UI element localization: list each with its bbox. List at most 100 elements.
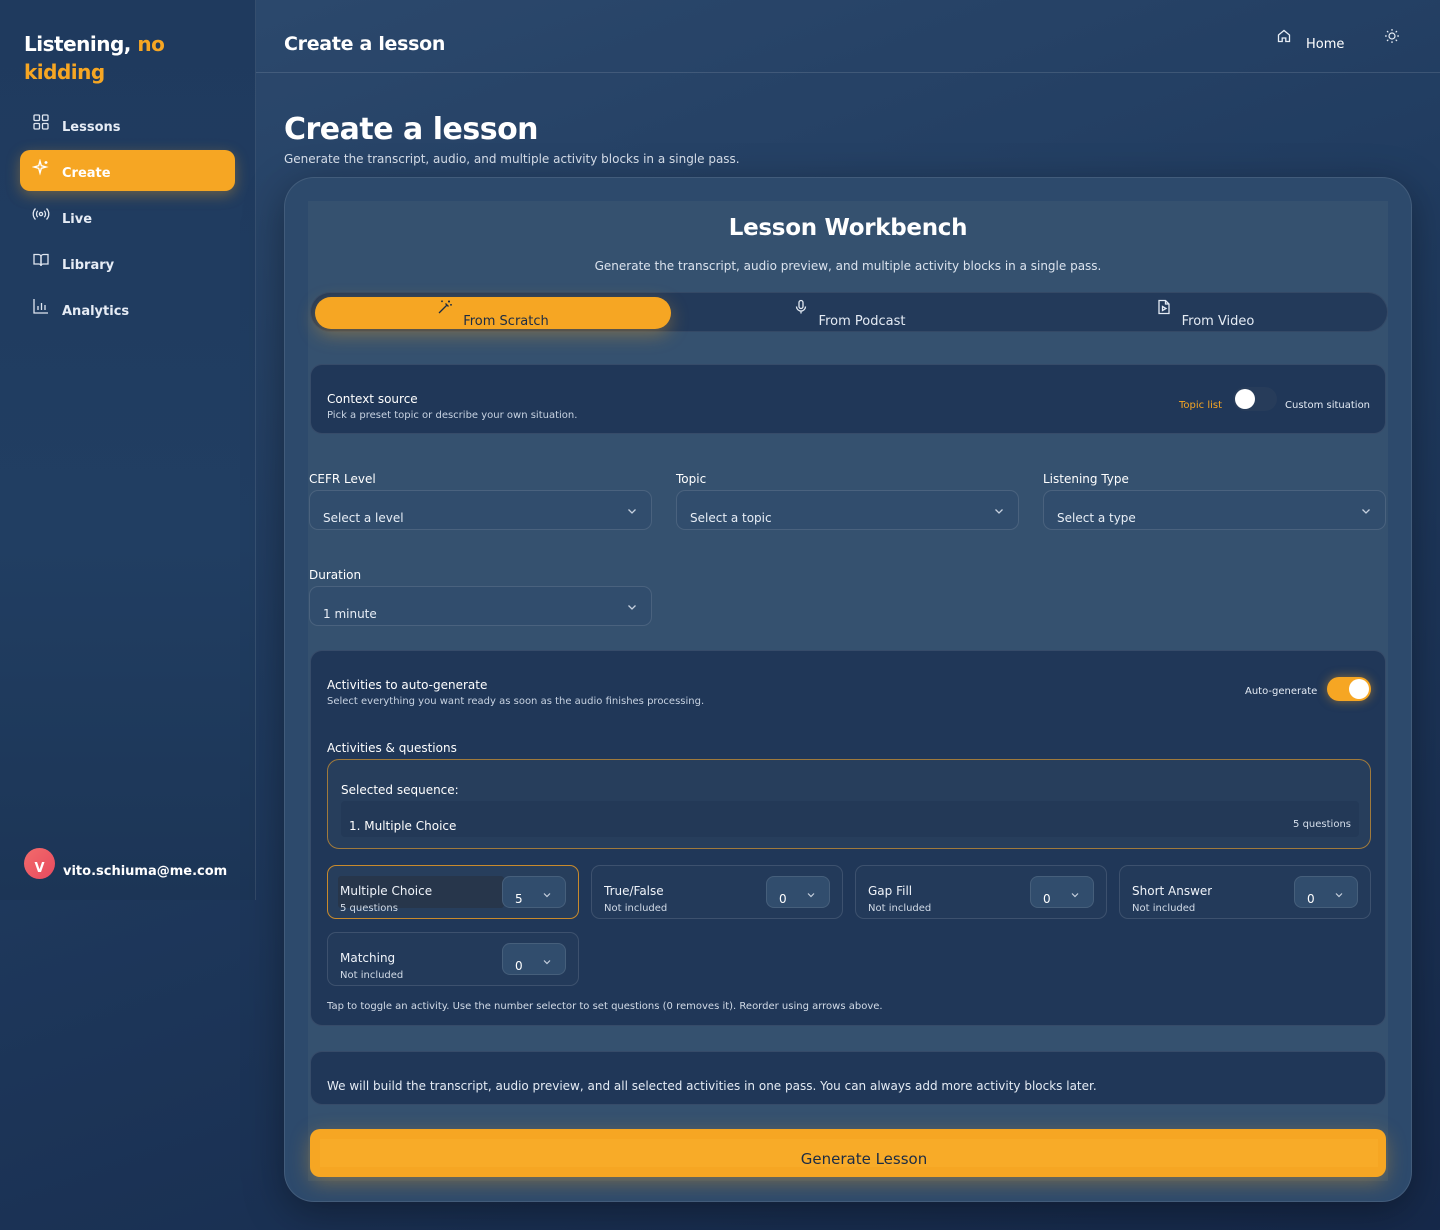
top-bar: Create a lesson Home (256, 0, 1440, 73)
activity-name: True/False (604, 884, 664, 898)
sequence-item[interactable]: 1. Multiple Choice 5 questions (341, 801, 1359, 837)
generate-lesson-button[interactable]: Generate Lesson (310, 1129, 1386, 1177)
activity-short-answer[interactable]: Short Answer Not included 0 (1119, 865, 1371, 919)
sidebar-item-label: Create (62, 166, 111, 181)
home-label: Home (1306, 37, 1345, 52)
sequence-item-count: 5 questions (1293, 819, 1351, 830)
chevron-down-icon (541, 953, 553, 965)
user-email: vito.schiuma@me.com (63, 864, 228, 879)
logo-text-1: Listening, (24, 32, 131, 56)
question-count-select[interactable]: 0 (502, 943, 566, 975)
sidebar-item-label: Lessons (62, 120, 121, 135)
chevron-down-icon (992, 503, 1006, 517)
microphone-icon (793, 299, 809, 315)
sidebar-item-label: Live (62, 212, 93, 227)
listening-type-label: Listening Type (1043, 472, 1129, 486)
duration-label: Duration (309, 568, 362, 582)
tab-from-podcast[interactable]: From Podcast (671, 297, 1027, 329)
generation-note: We will build the transcript, audio prev… (310, 1051, 1386, 1105)
auto-generate-label: Auto-generate (1245, 686, 1318, 697)
topic-value: Select a topic (690, 511, 772, 525)
context-source-card: Context source Pick a preset topic or de… (310, 364, 1386, 434)
question-count-value: 0 (515, 959, 523, 971)
activity-name: Gap Fill (868, 884, 913, 898)
topic-select[interactable]: Select a topic (676, 490, 1019, 530)
activity-status: Not included (604, 903, 668, 914)
sidebar-item-create[interactable]: Create (20, 150, 235, 191)
context-source-subtitle: Pick a preset topic or describe your own… (327, 410, 578, 421)
topbar-title: Create a lesson (284, 33, 446, 55)
tab-label: From Podcast (818, 314, 906, 329)
activity-status: 5 questions (340, 903, 398, 914)
sidebar-item-live[interactable]: Live (20, 196, 235, 237)
book-icon (32, 251, 50, 269)
chevron-down-icon (1359, 503, 1373, 517)
question-count-value: 0 (1043, 892, 1051, 904)
question-count-select[interactable]: 0 (1294, 876, 1358, 908)
tab-from-scratch[interactable]: From Scratch (315, 297, 671, 329)
source-tabs: From Scratch From Podcast From Video (310, 292, 1388, 332)
lesson-workbench: Lesson Workbench Generate the transcript… (308, 201, 1388, 1181)
auto-generate-toggle[interactable] (1327, 677, 1371, 701)
sidebar-nav: Lessons Create Live Library Analytics (20, 104, 235, 334)
question-count-select[interactable]: 0 (1030, 876, 1094, 908)
topic-list-label[interactable]: Topic list (1179, 400, 1222, 411)
duration-value: 1 minute (323, 607, 377, 621)
chevron-down-icon (805, 886, 817, 898)
question-count-value: 0 (1307, 892, 1315, 904)
question-count-select[interactable]: 5 (502, 876, 566, 908)
user-profile[interactable]: V vito.schiuma@me.com (24, 848, 227, 879)
duration-select[interactable]: 1 minute (309, 586, 652, 626)
activity-status: Not included (1132, 903, 1196, 914)
cefr-level-label: CEFR Level (309, 472, 376, 486)
logo-text-2: no (137, 32, 165, 56)
activity-true-false[interactable]: True/False Not included 0 (591, 865, 843, 919)
magic-wand-icon (437, 299, 453, 315)
activities-section-label: Activities & questions (327, 741, 457, 755)
question-count-value: 5 (515, 892, 523, 904)
sidebar: Listening, no kidding Lessons Create Liv… (0, 0, 256, 900)
chevron-down-icon (1333, 886, 1345, 898)
broadcast-icon (32, 205, 50, 223)
generate-lesson-label: Generate Lesson (800, 1150, 928, 1168)
sun-icon[interactable] (1384, 28, 1400, 44)
custom-situation-label[interactable]: Custom situation (1285, 400, 1370, 411)
toggle-knob (1235, 389, 1255, 409)
activity-status: Not included (340, 970, 404, 981)
sidebar-item-analytics[interactable]: Analytics (20, 288, 235, 329)
activity-matching[interactable]: Matching Not included 0 (327, 932, 579, 986)
video-file-icon (1156, 299, 1172, 315)
workbench-title: Lesson Workbench (728, 215, 968, 241)
context-source-toggle[interactable] (1233, 387, 1277, 411)
activity-name: Short Answer (1132, 884, 1213, 898)
question-count-select[interactable]: 0 (766, 876, 830, 908)
generation-note-text: We will build the transcript, audio prev… (327, 1079, 1097, 1093)
home-link[interactable]: Home (1276, 28, 1344, 52)
activities-subtitle: Select everything you want ready as soon… (327, 696, 705, 707)
grid-icon (32, 113, 50, 131)
sequence-title: Selected sequence: (341, 783, 459, 797)
chevron-down-icon (625, 503, 639, 517)
sidebar-item-lessons[interactable]: Lessons (20, 104, 235, 145)
activities-help-text: Tap to toggle an activity. Use the numbe… (327, 1001, 883, 1012)
cefr-level-value: Select a level (323, 511, 404, 525)
logo-text-3: kidding (24, 60, 105, 84)
sparkle-icon (32, 159, 50, 177)
listening-type-value: Select a type (1057, 511, 1136, 525)
activity-gap-fill[interactable]: Gap Fill Not included 0 (855, 865, 1107, 919)
tab-from-video[interactable]: From Video (1027, 297, 1383, 329)
listening-type-select[interactable]: Select a type (1043, 490, 1386, 530)
page-title: Create a lesson (284, 112, 539, 147)
sidebar-item-label: Library (62, 258, 115, 273)
sidebar-item-library[interactable]: Library (20, 242, 235, 283)
cefr-level-select[interactable]: Select a level (309, 490, 652, 530)
app-logo[interactable]: Listening, no kidding (24, 30, 224, 86)
activity-multiple-choice[interactable]: Multiple Choice 5 questions 5 (327, 865, 579, 919)
question-count-value: 0 (779, 892, 787, 904)
bar-chart-icon (32, 297, 50, 315)
activities-title: Activities to auto-generate (327, 678, 488, 692)
page-subtitle: Generate the transcript, audio, and mult… (284, 152, 740, 166)
chevron-down-icon (625, 599, 639, 613)
toggle-knob (1349, 679, 1369, 699)
topic-label: Topic (676, 472, 707, 486)
